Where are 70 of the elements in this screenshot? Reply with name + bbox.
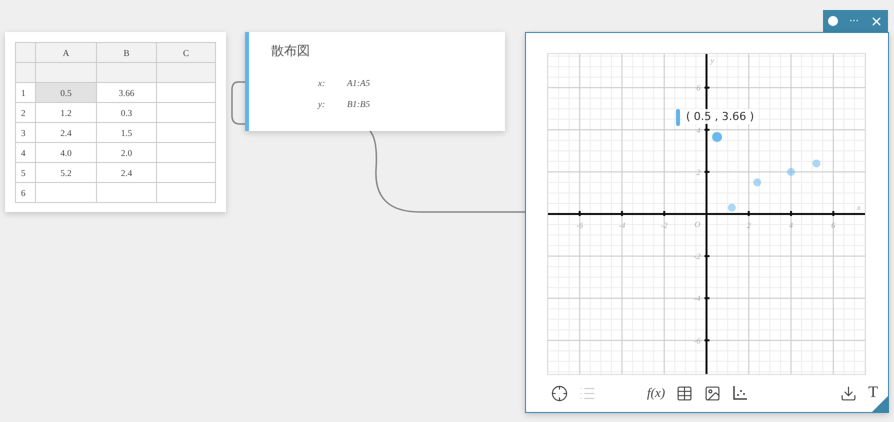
row-header[interactable]: 4 — [16, 143, 36, 163]
card-title: 散布図 — [271, 43, 311, 60]
more-button[interactable]: ··· — [849, 16, 859, 26]
header-cell — [97, 63, 157, 83]
tick-label: 4 — [789, 221, 794, 230]
table-cell[interactable] — [157, 123, 216, 143]
download-button[interactable] — [840, 384, 858, 402]
table-cell[interactable]: 0.5 — [36, 83, 97, 103]
graph-plot[interactable]: -6 -4 -2 2 4 6 -6 -4 -2 2 4 6 x y O ( 0.5 , 3.66 ) — [547, 53, 866, 375]
table-cell[interactable]: 0.3 — [97, 103, 157, 123]
table-cell[interactable] — [157, 183, 216, 203]
point-tooltip: ( 0.5 , 3.66 ) — [682, 109, 758, 124]
axis-label: y — [710, 56, 714, 65]
tick-label: 4 — [696, 126, 700, 135]
row-header[interactable]: 1 — [16, 83, 36, 103]
close-icon[interactable] — [870, 14, 883, 28]
row-header[interactable]: 6 — [16, 183, 36, 203]
tick-label: -4 — [618, 221, 626, 230]
crosshair-button[interactable] — [551, 384, 568, 402]
header-cell — [157, 63, 216, 83]
data-point[interactable] — [787, 168, 796, 176]
image-button[interactable] — [704, 384, 722, 402]
table-cell[interactable] — [36, 183, 97, 203]
table-cell[interactable] — [157, 103, 216, 123]
table-cell[interactable]: 2.0 — [97, 143, 157, 163]
field-label: y: — [318, 98, 325, 108]
column-header[interactable]: A — [36, 43, 97, 63]
table-cell[interactable]: 5.2 — [36, 163, 97, 183]
table-cell[interactable] — [157, 143, 216, 163]
header-cell — [36, 63, 97, 83]
text-button[interactable]: T — [868, 384, 878, 402]
table-cell[interactable]: 4.0 — [36, 143, 97, 163]
data-point[interactable] — [812, 159, 820, 168]
table-cell[interactable]: 1.2 — [36, 103, 97, 123]
table-cell[interactable] — [157, 163, 216, 183]
tick-label: -2 — [694, 252, 700, 262]
tick-label: 6 — [831, 221, 836, 230]
function-button[interactable]: f(x) — [647, 385, 666, 401]
table-button[interactable] — [676, 384, 694, 402]
tick-label: -6 — [694, 336, 700, 346]
row-header[interactable]: 3 — [16, 123, 36, 143]
column-header[interactable]: C — [157, 43, 216, 63]
row-header[interactable]: 2 — [16, 103, 36, 123]
scatter-button[interactable] — [732, 385, 748, 401]
table-cell[interactable]: 2.4 — [97, 163, 157, 183]
table-cell[interactable]: 3.66 — [97, 83, 157, 103]
table-cell[interactable] — [157, 83, 216, 103]
table-cell[interactable]: 2.4 — [36, 123, 97, 143]
tick-label: 2 — [696, 168, 700, 177]
data-point[interactable] — [753, 178, 762, 186]
tick-label: -4 — [694, 294, 700, 304]
table-cell[interactable] — [97, 183, 157, 203]
tick-label: -6 — [576, 221, 584, 230]
tick-label: 6 — [696, 84, 700, 93]
field-value: A1:A5 — [347, 78, 370, 88]
circle-icon[interactable] — [828, 16, 838, 26]
field-value: B1:B5 — [347, 98, 370, 108]
origin-label: O — [694, 220, 700, 229]
row-header[interactable]: 5 — [16, 163, 36, 183]
data-point[interactable] — [728, 204, 736, 212]
table-cell[interactable]: 1.5 — [97, 123, 157, 143]
tooltip-marker — [676, 109, 680, 126]
column-header[interactable]: B — [97, 43, 157, 63]
tick-label: -2 — [660, 221, 668, 230]
field-label: x: — [318, 78, 325, 88]
data-point[interactable] — [712, 132, 722, 142]
resize-handle[interactable] — [872, 396, 888, 412]
axis-label: x — [857, 203, 861, 212]
connector-line — [231, 81, 247, 125]
tick-label: 2 — [746, 221, 751, 230]
